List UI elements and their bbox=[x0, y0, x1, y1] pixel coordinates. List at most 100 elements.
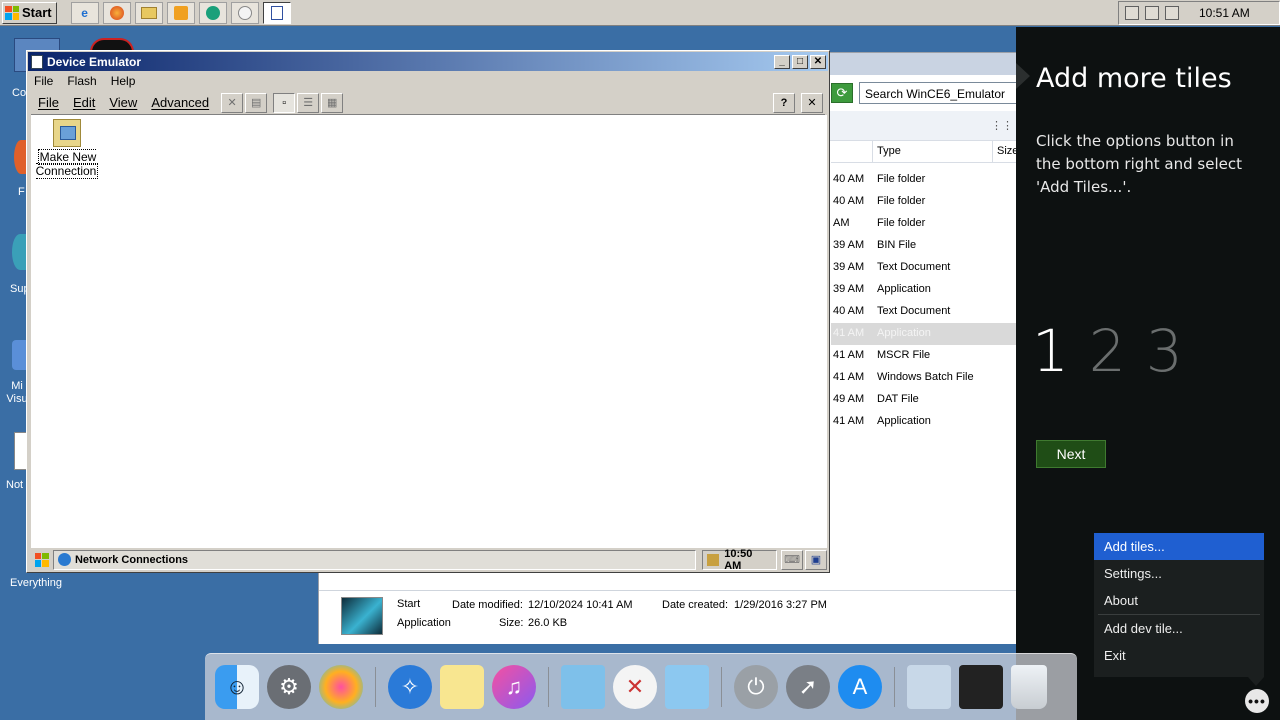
photos-icon[interactable] bbox=[319, 665, 363, 709]
menu-add-tiles[interactable]: Add tiles... bbox=[1094, 533, 1264, 560]
ce-start-icon[interactable] bbox=[31, 550, 53, 570]
system-preferences-icon[interactable]: ⚙ bbox=[267, 665, 311, 709]
refresh-button[interactable]: ⟳ bbox=[831, 83, 853, 103]
file-list: 40 AM File folder 40 AM File folder AM File f… bbox=[831, 169, 1017, 433]
ce-task-network-connections[interactable]: Network Connections bbox=[52, 549, 697, 570]
desktop-icon-label[interactable]: Mi Visu bbox=[6, 380, 28, 406]
windows-flag-icon bbox=[5, 5, 19, 20]
trash-icon[interactable] bbox=[1011, 665, 1047, 709]
ce-clock[interactable]: 10:50 AM bbox=[724, 548, 772, 572]
list-view-icon[interactable]: ☰ bbox=[297, 92, 320, 113]
file-row[interactable]: 39 AM Text Document bbox=[831, 257, 1017, 279]
menu-settings[interactable]: Settings... bbox=[1094, 560, 1264, 587]
close-button[interactable]: ✕ bbox=[810, 54, 826, 69]
launchpad-icon[interactable]: ➚ bbox=[786, 665, 830, 709]
desktop-switch-icon[interactable]: ▣ bbox=[805, 549, 827, 570]
ce-menu-view[interactable]: View bbox=[109, 95, 137, 110]
top-taskbar: Start e 10:51 AM bbox=[0, 0, 1280, 26]
file-row[interactable]: 40 AM Text Document bbox=[831, 301, 1017, 323]
column-type[interactable]: Type bbox=[877, 145, 901, 157]
task-label: Network Connections bbox=[74, 553, 189, 566]
ce-command-bar: File Edit View Advanced ✕ ▤ ▫ ☰ ▦ ? ✕ bbox=[31, 91, 825, 115]
large-icons-view-icon[interactable]: ▫ bbox=[273, 92, 296, 113]
file-row[interactable]: 40 AM File folder bbox=[831, 169, 1017, 191]
menu-flash[interactable]: Flash bbox=[67, 74, 96, 88]
emulator-titlebar[interactable]: Device Emulator _ □ ✕ bbox=[28, 52, 828, 71]
globe-icon[interactable] bbox=[198, 1, 227, 24]
app-icon[interactable] bbox=[230, 1, 259, 24]
ce-tray-icon[interactable] bbox=[707, 553, 720, 566]
volume-icon[interactable] bbox=[1165, 6, 1179, 20]
safari-icon[interactable]: ✧ bbox=[388, 665, 432, 709]
start-button[interactable]: Start bbox=[2, 1, 57, 24]
file-row[interactable]: 41 AM Windows Batch File bbox=[831, 367, 1017, 389]
ie-icon[interactable]: e bbox=[70, 1, 99, 24]
menu-help[interactable]: Help bbox=[111, 74, 136, 88]
file-row[interactable]: 49 AM DAT File bbox=[831, 389, 1017, 411]
options-button[interactable]: ••• bbox=[1245, 689, 1269, 713]
ce-menu-file[interactable]: File bbox=[38, 95, 59, 110]
options-context-menu: Add tiles... Settings... About Add dev t… bbox=[1094, 533, 1264, 677]
next-button[interactable]: Next bbox=[1036, 440, 1106, 468]
explorer-icon[interactable] bbox=[134, 1, 163, 24]
quick-launch: e bbox=[70, 1, 291, 24]
menu-about[interactable]: About bbox=[1094, 587, 1264, 614]
desktop-icon-label[interactable]: Everything bbox=[10, 577, 62, 589]
itunes-icon[interactable]: ♫ bbox=[492, 665, 536, 709]
desktop-icon-label[interactable]: Not bbox=[6, 479, 23, 491]
file-type: File folder bbox=[877, 195, 926, 207]
document-icon[interactable] bbox=[262, 1, 291, 24]
desktop-icon-label[interactable]: Co bbox=[12, 87, 26, 99]
applications-folder-icon[interactable] bbox=[665, 665, 709, 709]
connection-icon bbox=[53, 119, 81, 147]
details-view-icon[interactable]: ▦ bbox=[321, 92, 344, 113]
flag-icon[interactable] bbox=[1145, 6, 1159, 20]
desktop-icon-label[interactable]: F bbox=[18, 186, 25, 198]
menu-exit[interactable]: Exit bbox=[1094, 642, 1264, 669]
file-row[interactable]: 41 AM Application bbox=[831, 411, 1017, 433]
properties-icon[interactable]: ▤ bbox=[245, 92, 268, 113]
power-icon[interactable]: ⏻ bbox=[734, 665, 778, 709]
start-label: Start bbox=[22, 5, 52, 20]
file-type: File folder bbox=[877, 173, 926, 185]
tiles-instructions: Click the options button in the bottom r… bbox=[1036, 132, 1242, 196]
menu-file[interactable]: File bbox=[34, 74, 53, 88]
delete-icon[interactable]: ✕ bbox=[221, 92, 244, 113]
clock[interactable]: 10:51 AM bbox=[1199, 6, 1250, 20]
firefox-icon[interactable] bbox=[102, 1, 131, 24]
network-icon[interactable] bbox=[1125, 6, 1139, 20]
file-time: 41 AM bbox=[833, 327, 865, 339]
make-new-connection-item[interactable]: Make New Connection bbox=[34, 119, 100, 179]
help-button[interactable]: ? bbox=[773, 92, 795, 113]
file-row[interactable]: 39 AM BIN File bbox=[831, 235, 1017, 257]
file-row[interactable]: 41 AM Application bbox=[831, 323, 1017, 345]
ce-menu-edit[interactable]: Edit bbox=[73, 95, 95, 110]
file-row[interactable]: 40 AM File folder bbox=[831, 191, 1017, 213]
keyboard-icon[interactable]: ⌨ bbox=[781, 549, 804, 570]
folder-icon[interactable] bbox=[561, 665, 605, 709]
make-new-connection-label: Make New Connection bbox=[35, 149, 99, 179]
notes-icon[interactable] bbox=[440, 665, 484, 709]
x-icon[interactable]: ✕ bbox=[613, 665, 657, 709]
details-pane: Start Application Date modified: 12/10/2… bbox=[319, 590, 1017, 644]
ce-close-button[interactable]: ✕ bbox=[801, 92, 823, 113]
ce-menu-advanced[interactable]: Advanced bbox=[151, 95, 209, 110]
finder-icon[interactable]: ☺ bbox=[215, 665, 259, 709]
search-input[interactable]: Search WinCE6_Emulator bbox=[859, 82, 1017, 104]
tiles-title: Add more tiles bbox=[1036, 63, 1232, 94]
file-row[interactable]: 41 AM MSCR File bbox=[831, 345, 1017, 367]
view-options-icon[interactable]: ⋮⋮ bbox=[991, 119, 1013, 132]
ce-tray: 10:50 AM bbox=[702, 548, 778, 572]
minimize-button[interactable]: _ bbox=[774, 54, 790, 69]
file-row[interactable]: AM File folder bbox=[831, 213, 1017, 235]
app-store-icon[interactable]: A bbox=[838, 665, 882, 709]
menu-add-dev-tile[interactable]: Add dev tile... bbox=[1094, 615, 1264, 642]
preview-icon[interactable] bbox=[907, 665, 951, 709]
detail-modified: 12/10/2024 10:41 AM bbox=[528, 599, 633, 611]
media-icon[interactable] bbox=[166, 1, 195, 24]
photo-booth-icon[interactable] bbox=[959, 665, 1003, 709]
file-type: BIN File bbox=[877, 239, 917, 251]
maximize-button[interactable]: □ bbox=[792, 54, 808, 69]
file-row[interactable]: 39 AM Application bbox=[831, 279, 1017, 301]
file-time: AM bbox=[833, 217, 850, 229]
